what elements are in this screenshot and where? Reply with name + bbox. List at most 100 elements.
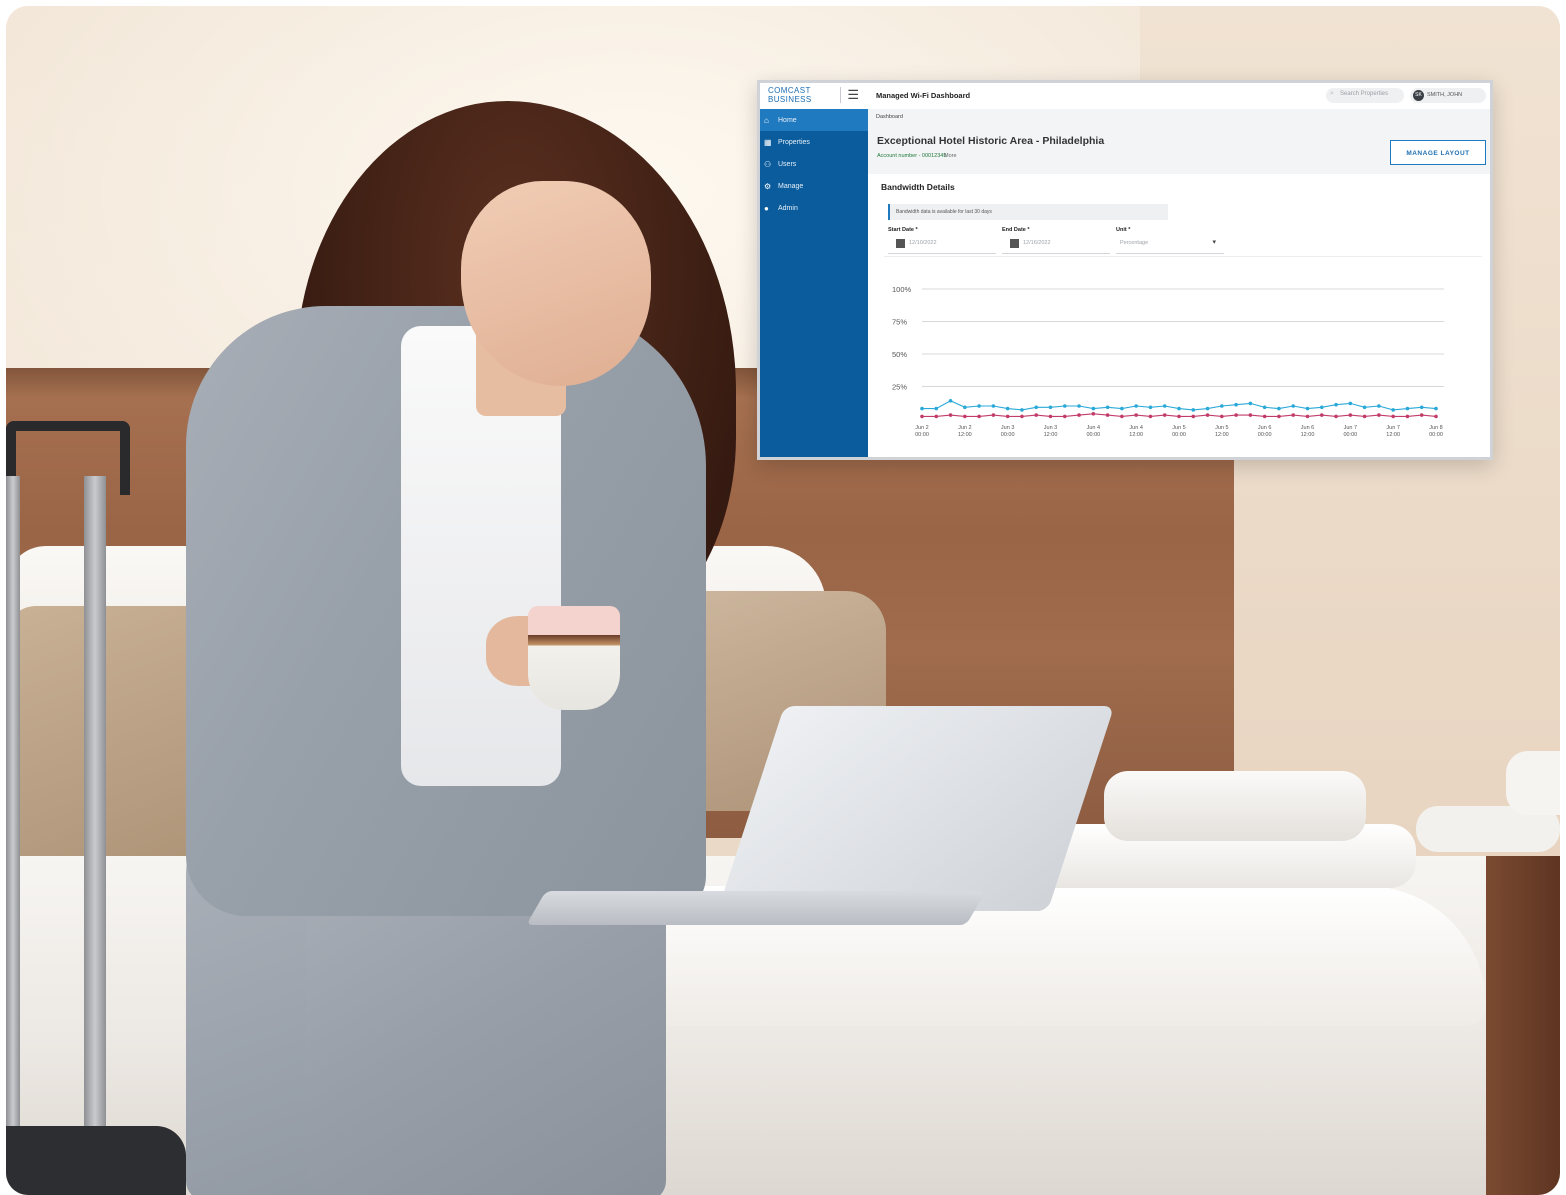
data-point (1191, 414, 1196, 419)
data-point (1305, 406, 1310, 411)
x-tick-label: Jun 8 (1429, 425, 1442, 431)
more-link[interactable]: More (944, 153, 957, 159)
y-tick-label: 25% (892, 383, 907, 392)
unit-field[interactable]: Unit * Percentage ▾ (1116, 227, 1224, 254)
data-point (1305, 414, 1310, 419)
data-point (1162, 404, 1167, 408)
data-point (1134, 404, 1138, 408)
start-date-input[interactable]: 12/10/2022 (888, 235, 996, 254)
wooden-bench (1486, 856, 1560, 1195)
data-point (1034, 413, 1039, 417)
sidebar-item-home[interactable]: ⌂ Home (760, 109, 868, 131)
top-bar: Managed Wi-Fi Dashboard ⌕ Search Propert… (868, 83, 1490, 110)
calendar-icon[interactable] (896, 239, 905, 248)
data-point (1062, 404, 1067, 408)
data-point (1062, 414, 1067, 419)
sidebar-item-users[interactable]: ⚇ Users (760, 153, 868, 175)
dashboard-screenshot: COMCAST BUSINESS ☰ ⌂ Home ▦ Properties ⚇… (757, 80, 1493, 460)
end-date-input[interactable]: 12/16/2022 (1002, 235, 1110, 254)
data-point (1120, 414, 1124, 419)
account-number: Account number - 00012345 (877, 153, 947, 159)
suitcase-pole (84, 476, 106, 1176)
sidebar: COMCAST BUSINESS ☰ ⌂ Home ▦ Properties ⚇… (760, 83, 868, 457)
x-tick-label: 12:00 (958, 432, 972, 438)
data-point (1248, 413, 1253, 417)
admin-icon: ● (764, 203, 769, 213)
laptop-lid (717, 706, 1115, 911)
data-point (1105, 405, 1110, 410)
data-point (1205, 413, 1210, 417)
sidebar-item-label: Users (778, 160, 797, 168)
sidebar-item-manage[interactable]: ⚙ Manage (760, 175, 868, 197)
data-point (920, 406, 924, 411)
data-point (1220, 414, 1224, 419)
data-point (1362, 414, 1367, 419)
manage-layout-button[interactable]: MANAGE LAYOUT (1390, 140, 1486, 165)
data-point (1091, 406, 1096, 411)
bandwidth-chart: 100% 75% 50% 25% Jun 2 00:00 Jun 2 12:00 Jun 3 00… (884, 256, 1482, 457)
sidebar-item-properties[interactable]: ▦ Properties (760, 131, 868, 153)
data-point (1319, 405, 1324, 410)
data-point (1034, 405, 1039, 410)
data-point (1419, 413, 1424, 417)
start-date-field[interactable]: Start Date * 12/10/2022 (888, 227, 996, 254)
end-date-label: End Date * (1002, 227, 1030, 233)
data-point (948, 413, 953, 417)
data-point (934, 414, 939, 419)
users-icon: ⚇ (764, 159, 772, 169)
data-point (1377, 413, 1381, 417)
data-point (1020, 408, 1024, 412)
user-menu[interactable]: SK SMITH, JOHN (1410, 88, 1486, 103)
x-tick-label: Jun 7 (1386, 425, 1399, 431)
data-point (1277, 414, 1281, 419)
data-point (991, 404, 996, 408)
property-title: Exceptional Hotel Historic Area - Philad… (877, 135, 1105, 147)
y-tick-label: 100% (892, 285, 912, 294)
x-tick-label: Jun 4 (1087, 425, 1100, 431)
data-point (1277, 406, 1281, 411)
data-point (1191, 408, 1196, 412)
hamburger-icon[interactable]: ☰ (840, 87, 859, 103)
end-date-field[interactable]: End Date * 12/16/2022 (1002, 227, 1110, 254)
sidebar-item-label: Admin (778, 204, 798, 212)
data-point (1262, 405, 1267, 410)
data-point (1291, 413, 1296, 417)
search-icon: ⌕ (1330, 90, 1334, 97)
data-point (1005, 414, 1010, 419)
breadcrumb[interactable]: Dashboard (876, 114, 903, 120)
search-input[interactable]: ⌕ Search Properties (1326, 88, 1404, 103)
x-tick-label: Jun 3 (1044, 425, 1057, 431)
data-point (1048, 405, 1053, 410)
data-point (1348, 413, 1353, 417)
data-point (1419, 405, 1424, 410)
data-point (1377, 404, 1381, 408)
data-point (1234, 413, 1238, 417)
data-point (1005, 406, 1010, 411)
home-icon: ⌂ (764, 115, 769, 125)
suitcase-pole-left (6, 476, 20, 1176)
data-point (1220, 404, 1224, 408)
data-point (1262, 414, 1267, 419)
calendar-icon[interactable] (1010, 239, 1019, 248)
unit-select[interactable]: Percentage ▾ (1116, 235, 1224, 254)
data-point (1291, 404, 1296, 408)
unit-value: Percentage (1120, 240, 1149, 246)
bandwidth-card: Bandwidth Details Bandwidth data is avai… (874, 174, 1486, 457)
folded-towels-top (1104, 771, 1366, 841)
sidebar-item-label: Manage (778, 182, 804, 190)
x-tick-label: Jun 6 (1301, 425, 1314, 431)
data-point (1391, 414, 1395, 419)
data-point (963, 414, 967, 419)
bandwidth-chart-svg: 100%75%50%25%Jun 200:00Jun 212:00Jun 300… (892, 285, 1444, 438)
sidebar-item-admin[interactable]: ● Admin (760, 197, 868, 219)
chevron-down-icon: ▾ (1212, 239, 1216, 246)
data-point (920, 414, 924, 419)
data-point (1177, 406, 1181, 411)
x-tick-label: Jun 5 (1172, 425, 1185, 431)
x-tick-label: 12:00 (1129, 432, 1143, 438)
data-point (1148, 414, 1153, 419)
data-point (977, 404, 981, 408)
data-point (1234, 402, 1238, 407)
x-tick-label: 12:00 (1044, 432, 1058, 438)
sidebar-nav: ⌂ Home ▦ Properties ⚇ Users ⚙ Manage ● A… (760, 109, 868, 219)
